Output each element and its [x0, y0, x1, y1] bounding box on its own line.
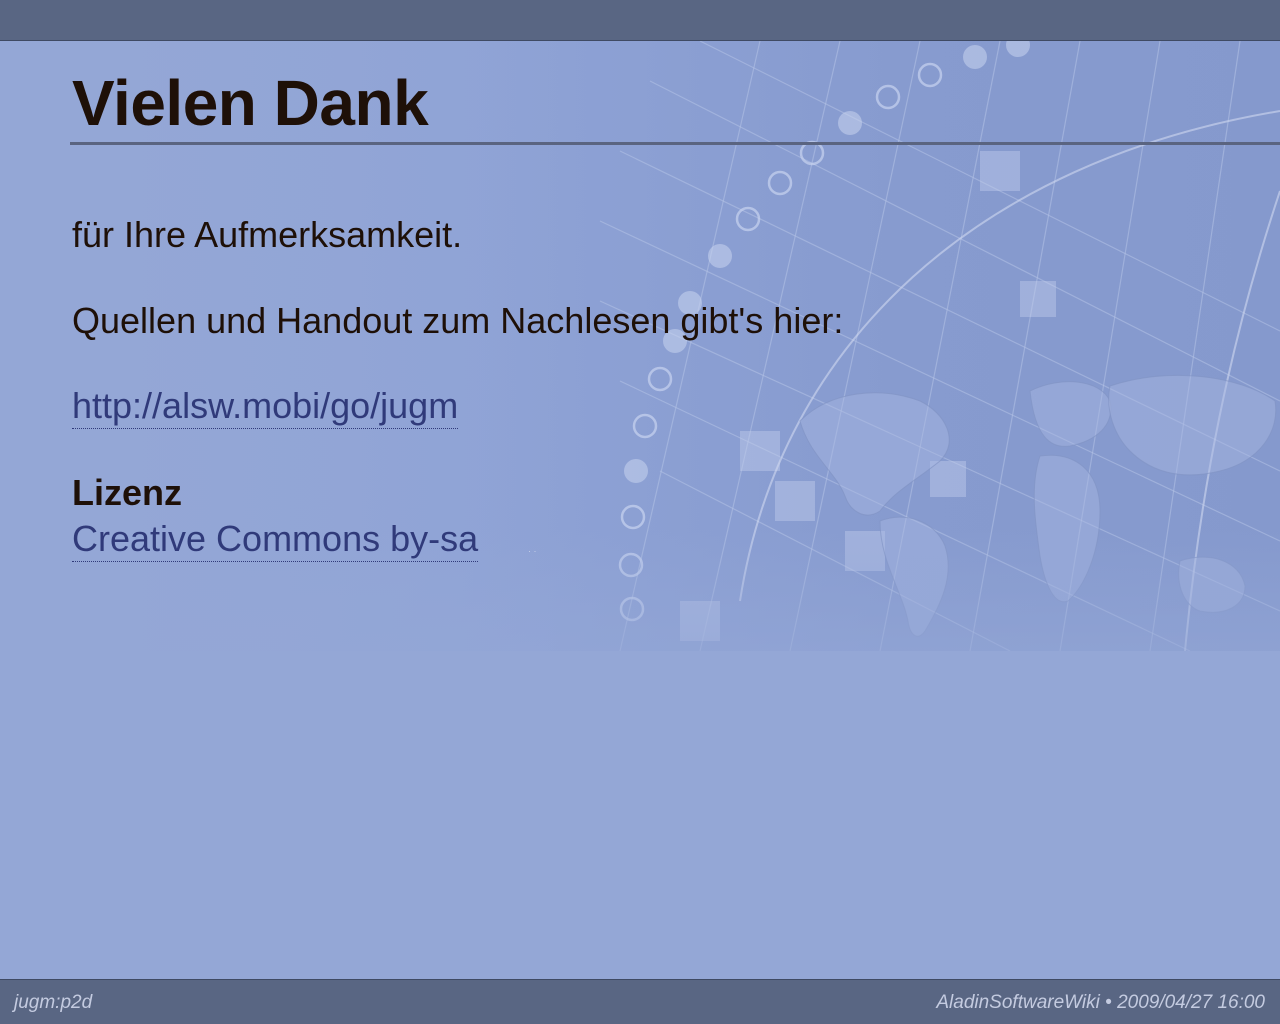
footer-bar: jugm:p2d AladinSoftwareWiki • 2009/04/27…	[0, 979, 1280, 1024]
license-heading: Lizenz	[72, 472, 183, 513]
sources-text: Quellen und Handout zum Nachlesen gibt's…	[72, 300, 844, 341]
slide-title: Vielen Dank	[72, 67, 429, 139]
top-bar	[0, 0, 1280, 41]
external-link-icon: · ·	[528, 546, 537, 556]
thanks-subtitle: für Ihre Aufmerksamkeit.	[72, 214, 463, 255]
footer-wiki-info: AladinSoftwareWiki • 2009/04/27 16:00	[936, 992, 1265, 1013]
title-divider	[70, 142, 1280, 145]
footer-page-id: jugm:p2d	[14, 992, 93, 1013]
license-link[interactable]: Creative Commons by-sa	[72, 517, 479, 562]
handout-link[interactable]: http://alsw.mobi/go/jugm	[72, 384, 459, 429]
